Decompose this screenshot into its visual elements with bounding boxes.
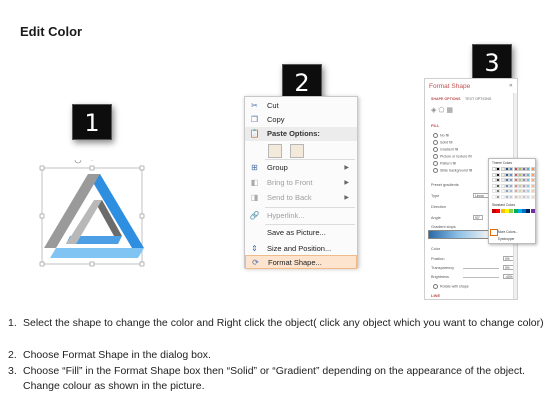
menu-item-format-shape[interactable]: ⟳ Format Shape... <box>245 255 357 269</box>
line-section-header[interactable]: LINE <box>431 293 440 298</box>
menu-item-copy[interactable]: ❐ Copy <box>245 113 357 127</box>
menu-item-paste-options: 📋 Paste Options: <box>245 127 357 141</box>
angle-input[interactable]: 90° <box>473 215 483 220</box>
close-icon[interactable]: ✕ <box>509 83 513 89</box>
link-icon: 🔗 <box>249 211 260 220</box>
step-badge-2: 2 <box>282 64 322 100</box>
label-preset-gradients: Preset gradients <box>431 183 459 187</box>
step-badge-3: 3 <box>472 44 512 80</box>
label-position: Position <box>431 257 445 261</box>
color-swatch[interactable] <box>530 183 535 188</box>
color-swatch[interactable] <box>530 194 535 199</box>
standard-colors-label: Standard Colors <box>492 203 516 207</box>
selected-shape[interactable] <box>36 160 148 270</box>
resize-handle <box>89 261 95 267</box>
eyedropper-link[interactable]: Eyedropper <box>498 237 514 241</box>
color-swatch[interactable] <box>530 189 535 193</box>
resize-handle <box>89 165 95 171</box>
color-swatch[interactable] <box>530 209 535 213</box>
label-angle: Angle <box>431 216 441 220</box>
menu-item-send-to-back[interactable]: ◨ Send to Back ▶ <box>245 191 357 205</box>
penrose-triangle-shape[interactable] <box>36 160 148 270</box>
radio-slide-background-fill[interactable]: Slide background fill <box>433 168 472 173</box>
label-transparency: Transparency <box>431 266 455 270</box>
resize-handle <box>39 261 45 267</box>
format-shape-icon: ⟳ <box>252 258 259 267</box>
radio-no-fill[interactable]: No fill <box>433 133 449 138</box>
menu-item-save-as-picture[interactable]: Save as Picture... <box>245 226 357 240</box>
radio-solid-fill[interactable]: Solid fill <box>433 140 452 145</box>
selected-color-highlight <box>490 229 498 236</box>
scissors-icon: ✂ <box>251 101 258 110</box>
label-gradient-stops: Gradient stops <box>431 225 456 229</box>
color-picker-popup: Theme Colors Standard Colors More Colors… <box>488 158 536 244</box>
menu-item-size-position[interactable]: ⇕ Size and Position... <box>245 242 357 256</box>
menu-item-group[interactable]: ⊞ Group ▶ <box>245 161 357 175</box>
color-swatch[interactable] <box>530 172 535 177</box>
menu-item-label: Hyperlink... <box>267 211 305 220</box>
menu-item-label: Cut <box>267 101 279 110</box>
menu-item-label: Copy <box>267 115 285 124</box>
copy-icon: ❐ <box>250 115 259 124</box>
menu-item-hyperlink[interactable]: 🔗 Hyperlink... <box>245 209 357 223</box>
gradient-stops-bar[interactable] <box>428 230 490 239</box>
label-brightness: Brightness <box>431 275 449 279</box>
context-menu: ✂ Cut ❐ Copy 📋 Paste Options: ⊞ Group ▶ … <box>244 96 358 269</box>
resize-handle <box>39 213 45 219</box>
clipboard-icon: 📋 <box>249 129 260 138</box>
submenu-arrow-icon: ▶ <box>344 180 349 186</box>
page-title: Edit Color <box>20 24 83 39</box>
resize-handle <box>139 213 145 219</box>
color-swatch[interactable] <box>530 178 535 182</box>
resize-handle <box>139 261 145 267</box>
fill-section-header[interactable]: FILL <box>431 123 439 128</box>
instruction-step-2: 2. Choose Format Shape in the dialog box… <box>8 349 211 361</box>
resize-handle <box>39 165 45 171</box>
menu-item-label: Save as Picture... <box>267 228 326 237</box>
triangle-band-bottom <box>50 248 144 258</box>
menu-divider <box>265 159 355 160</box>
menu-item-label: Bring to Front <box>267 178 313 187</box>
menu-item-label: Paste Options: <box>267 129 320 138</box>
menu-item-label: Format Shape... <box>268 258 322 267</box>
paste-keep-formatting-icon[interactable] <box>268 144 282 158</box>
bring-front-icon: ◧ <box>250 178 259 187</box>
theme-colors-label: Theme Colors <box>492 161 513 165</box>
menu-item-label: Size and Position... <box>267 244 332 253</box>
menu-item-cut[interactable]: ✂ Cut <box>245 99 357 113</box>
instruction-step-3: 3. Choose “Fill” in the Format Shape box… <box>8 365 525 392</box>
tab-text-options[interactable]: TEXT OPTIONS <box>465 97 491 101</box>
rotate-handle <box>74 160 82 164</box>
menu-item-label: Group <box>267 163 288 172</box>
brightness-slider[interactable] <box>463 277 499 278</box>
send-back-icon: ◨ <box>250 193 259 202</box>
fill-line-icon[interactable]: ◈ ⬠ ▦ <box>431 106 453 114</box>
instruction-step-1: 1. Select the shape to change the color … <box>8 317 544 329</box>
pane-title: Format Shape <box>429 83 471 90</box>
more-colors-link[interactable]: More Colors... <box>498 230 518 234</box>
radio-gradient-fill[interactable]: Gradient fill <box>433 147 458 152</box>
resize-handle <box>139 165 145 171</box>
label-type: Type <box>431 194 440 198</box>
radio-pattern-fill[interactable]: Pattern fill <box>433 161 456 166</box>
submenu-arrow-icon: ▶ <box>344 195 349 201</box>
checkbox-rotate-with-shape[interactable]: Rotate with shape <box>433 284 469 289</box>
size-position-icon: ⇕ <box>251 244 258 253</box>
menu-item-bring-to-front[interactable]: ◧ Bring to Front ▶ <box>245 176 357 190</box>
paste-picture-icon[interactable] <box>290 144 304 158</box>
menu-divider <box>265 224 355 225</box>
label-color: Color <box>431 247 441 251</box>
menu-item-label: Send to Back <box>267 193 312 202</box>
step-badge-1: 1 <box>72 104 112 140</box>
color-swatch[interactable] <box>530 167 535 171</box>
menu-divider <box>265 207 355 208</box>
label-direction: Direction <box>431 205 446 209</box>
transparency-slider[interactable] <box>463 268 499 269</box>
tab-shape-options[interactable]: SHAPE OPTIONS <box>431 97 461 101</box>
group-icon: ⊞ <box>251 163 258 172</box>
submenu-arrow-icon: ▶ <box>344 165 349 171</box>
radio-picture-fill[interactable]: Picture or texture fill <box>433 154 472 159</box>
